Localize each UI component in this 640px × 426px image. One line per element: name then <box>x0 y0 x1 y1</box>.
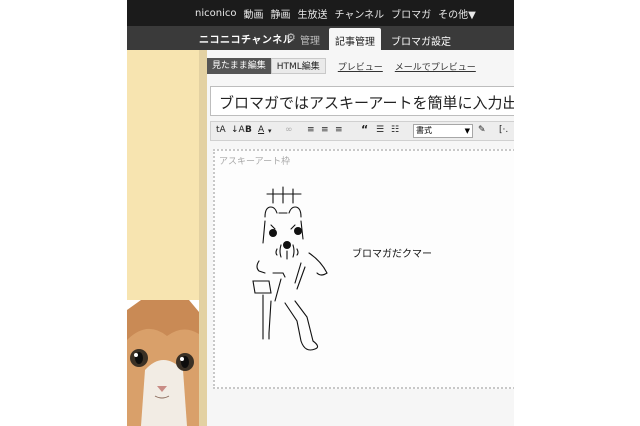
font-size-up-icon[interactable]: tA <box>216 125 226 135</box>
mail-preview-link[interactable]: メールでプレビュー <box>395 60 476 73</box>
tab-blomaga-settings[interactable]: ブロマガ設定 <box>385 28 457 50</box>
format-select[interactable]: 書式 ▼ <box>413 124 473 138</box>
nav-video[interactable]: 動画 <box>243 6 263 21</box>
nav-blomaga[interactable]: ブロマガ <box>391 6 431 21</box>
bold-icon[interactable]: B <box>245 125 252 135</box>
gear-icon: ⚙ <box>286 31 296 44</box>
preview-link[interactable]: プレビュー <box>338 60 383 73</box>
ascii-art-caption: ブロマガだクマー <box>352 249 432 260</box>
global-nav-bar: niconico 動画 静画 生放送 チャンネル ブロマガ その他▼ <box>127 0 514 26</box>
ascii-art-bear <box>252 186 328 351</box>
channel-bar: ニコニコチャンネル ⚙ 管理 記事管理 ブロマガ設定 <box>127 26 514 50</box>
font-size-down-icon[interactable]: ↓A <box>231 125 245 135</box>
nav-seiga[interactable]: 静画 <box>270 6 290 21</box>
editor-mode-bar: 見たまま編集 HTML編集 プレビュー メールでプレビュー <box>207 58 476 74</box>
ascii-art-block[interactable]: アスキーアート枠 ブロマガだクマー <box>213 149 514 389</box>
app-window: niconico 動画 静画 生放送 チャンネル ブロマガ その他▼ ニコニコチ… <box>127 0 514 426</box>
numbered-list-icon[interactable]: ☷ <box>391 125 399 135</box>
admin-label[interactable]: 管理 <box>300 32 320 47</box>
align-center-icon[interactable]: ≡ <box>321 125 329 135</box>
nav-niconico[interactable]: niconico <box>195 8 236 19</box>
align-left-icon[interactable]: ≡ <box>307 125 315 135</box>
insert-block-icon[interactable]: [·. <box>499 125 508 135</box>
font-color-icon[interactable]: A <box>258 125 264 135</box>
channel-logo[interactable]: ニコニコチャンネル <box>199 31 293 46</box>
eraser-icon[interactable]: ✎ <box>478 125 486 135</box>
bullet-list-icon[interactable]: ☰ <box>376 125 384 135</box>
global-nav: niconico 動画 静画 生放送 チャンネル ブロマガ その他▼ <box>195 0 476 26</box>
chevron-down-icon: ▼ <box>464 127 470 135</box>
mode-html-button[interactable]: HTML編集 <box>270 58 326 74</box>
article-title-value: ブロマガではアスキーアートを簡単に入力出来る <box>219 94 514 112</box>
link-icon[interactable]: ∞ <box>285 125 293 135</box>
article-editor: 見たまま編集 HTML編集 プレビュー メールでプレビュー ブロマガではアスキー… <box>207 50 514 426</box>
font-color-dropdown-icon[interactable]: ▾ <box>268 127 272 135</box>
nav-channel[interactable]: チャンネル <box>334 6 384 21</box>
nav-more[interactable]: その他▼ <box>438 6 476 21</box>
article-title-input[interactable]: ブロマガではアスキーアートを簡単に入力出来る <box>210 86 514 116</box>
mode-wysiwyg-button[interactable]: 見たまま編集 <box>207 58 271 74</box>
tab-article-management[interactable]: 記事管理 <box>329 28 381 50</box>
ascii-art-block-label: アスキーアート枠 <box>219 157 291 167</box>
format-select-value: 書式 <box>416 126 432 135</box>
format-toolbar: tA ↓A B A ▾ ∞ ≡ ≡ ≡ “ ☰ ☷ 書式 ▼ ✎ [·. <box>210 121 514 141</box>
nav-live[interactable]: 生放送 <box>297 6 327 21</box>
wallpaper-edge <box>199 50 207 426</box>
cat-photo <box>127 300 199 426</box>
align-right-icon[interactable]: ≡ <box>335 125 343 135</box>
quote-icon[interactable]: “ <box>361 123 368 136</box>
